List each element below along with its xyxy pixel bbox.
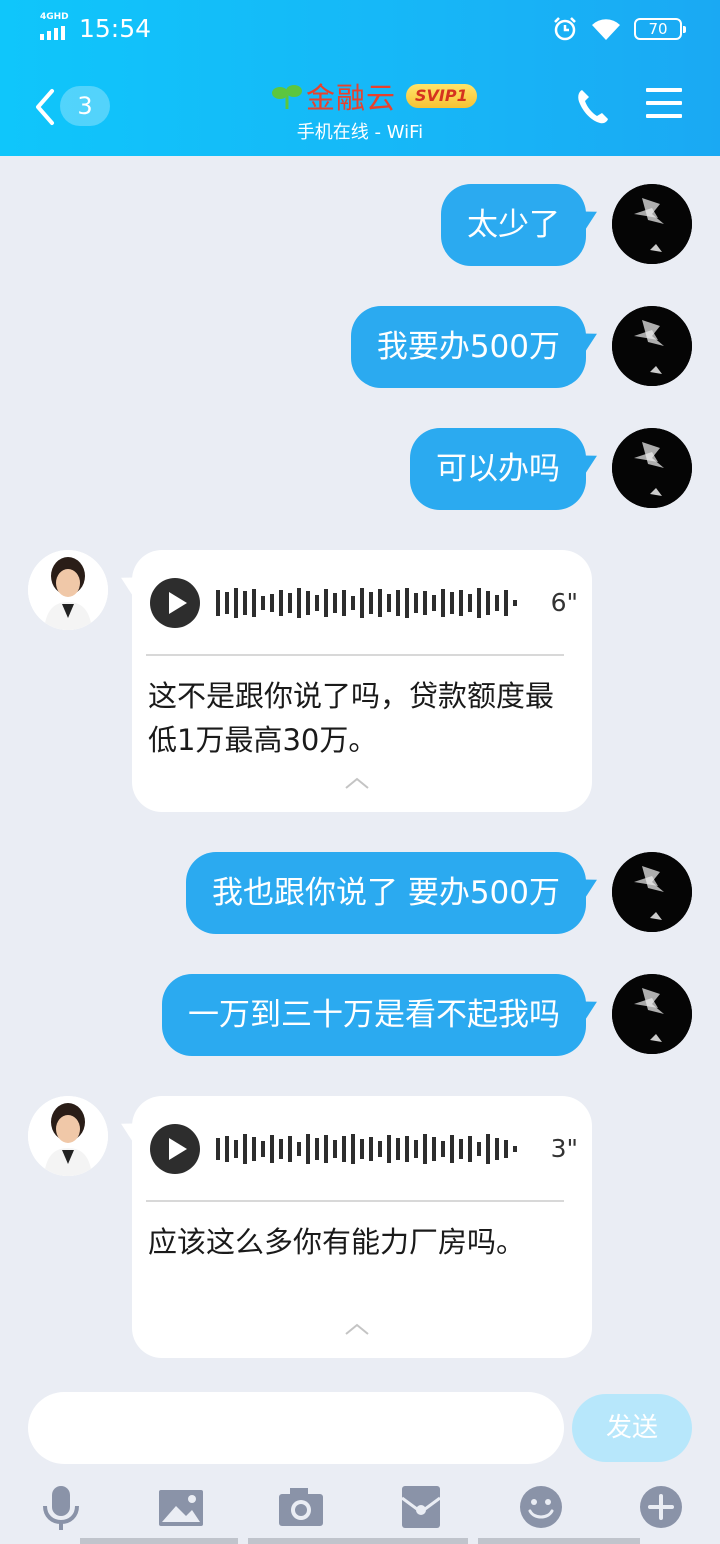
- battery-icon: 70: [634, 18, 686, 40]
- voice-duration: 3": [550, 1134, 578, 1163]
- wifi-icon: [592, 19, 620, 40]
- waveform-icon: [216, 588, 517, 618]
- contact-avatar[interactable]: [28, 1096, 108, 1176]
- chat-title-group[interactable]: 金融云 SVIP1: [270, 78, 510, 115]
- voice-transcript: 这不是跟你说了吗，贷款额度最低1万最高30万。: [148, 679, 555, 757]
- phone-icon[interactable]: [574, 86, 610, 126]
- voice-player[interactable]: 6": [150, 578, 578, 630]
- outgoing-message[interactable]: 一万到三十万是看不起我吗: [162, 974, 586, 1056]
- voice-transcript: 应该这么多你有能力厂房吗。: [148, 1225, 526, 1259]
- sprout-icon: [272, 85, 302, 109]
- play-icon[interactable]: [150, 1124, 200, 1174]
- gesture-bar: [80, 1538, 238, 1544]
- contact-avatar[interactable]: [28, 550, 108, 630]
- gesture-bar: [248, 1538, 468, 1544]
- voice-duration: 6": [550, 588, 578, 617]
- input-toolbar: [0, 1476, 720, 1544]
- gesture-bar: [478, 1538, 640, 1544]
- collapse-chevron-icon[interactable]: [344, 1322, 370, 1336]
- collapse-chevron-icon[interactable]: [344, 776, 370, 790]
- menu-icon[interactable]: [646, 88, 682, 122]
- incoming-voice-message[interactable]: 3" 应该这么多你有能力厂房吗。: [132, 1096, 592, 1358]
- plus-icon[interactable]: [636, 1482, 686, 1532]
- image-icon[interactable]: [156, 1482, 206, 1532]
- clock: 15:54: [79, 14, 152, 43]
- my-avatar[interactable]: [612, 428, 692, 508]
- red-packet-icon[interactable]: [396, 1482, 446, 1532]
- divider: [146, 1200, 564, 1202]
- outgoing-message[interactable]: 我也跟你说了 要办500万: [185, 852, 586, 934]
- signal-icon: 4GHD: [40, 12, 72, 40]
- top-bar: 4GHD 15:54 70 3 金融云 SVIP1 手机在线 - WiFi: [0, 0, 720, 156]
- outgoing-message[interactable]: 太少了: [441, 184, 586, 266]
- my-avatar[interactable]: [612, 184, 692, 264]
- chat-header: 3 金融云 SVIP1 手机在线 - WiFi: [0, 62, 720, 156]
- online-status: 手机在线 - WiFi: [296, 122, 424, 143]
- incoming-voice-message[interactable]: 6" 这不是跟你说了吗，贷款额度最低1万最高30万。: [132, 550, 592, 812]
- message-input[interactable]: [28, 1392, 564, 1464]
- my-avatar[interactable]: [612, 306, 692, 386]
- composer: 发送: [0, 1392, 720, 1466]
- divider: [146, 654, 564, 656]
- alarm-icon: [554, 17, 576, 41]
- play-icon[interactable]: [150, 578, 200, 628]
- camera-icon[interactable]: [276, 1482, 326, 1532]
- status-bar: 4GHD 15:54 70: [0, 0, 720, 60]
- emoji-icon[interactable]: [516, 1482, 566, 1532]
- outgoing-message[interactable]: 我要办500万: [350, 306, 586, 388]
- waveform-icon: [216, 1134, 517, 1164]
- chat-title: 金融云: [306, 81, 397, 115]
- network-type: 4GHD: [40, 12, 69, 22]
- voice-player[interactable]: 3": [150, 1124, 578, 1176]
- outgoing-message[interactable]: 可以办吗: [410, 428, 586, 510]
- svip-badge: SVIP1: [406, 84, 477, 108]
- send-button[interactable]: 发送: [572, 1394, 692, 1462]
- mic-icon[interactable]: [36, 1482, 86, 1532]
- my-avatar[interactable]: [612, 974, 692, 1054]
- my-avatar[interactable]: [612, 852, 692, 932]
